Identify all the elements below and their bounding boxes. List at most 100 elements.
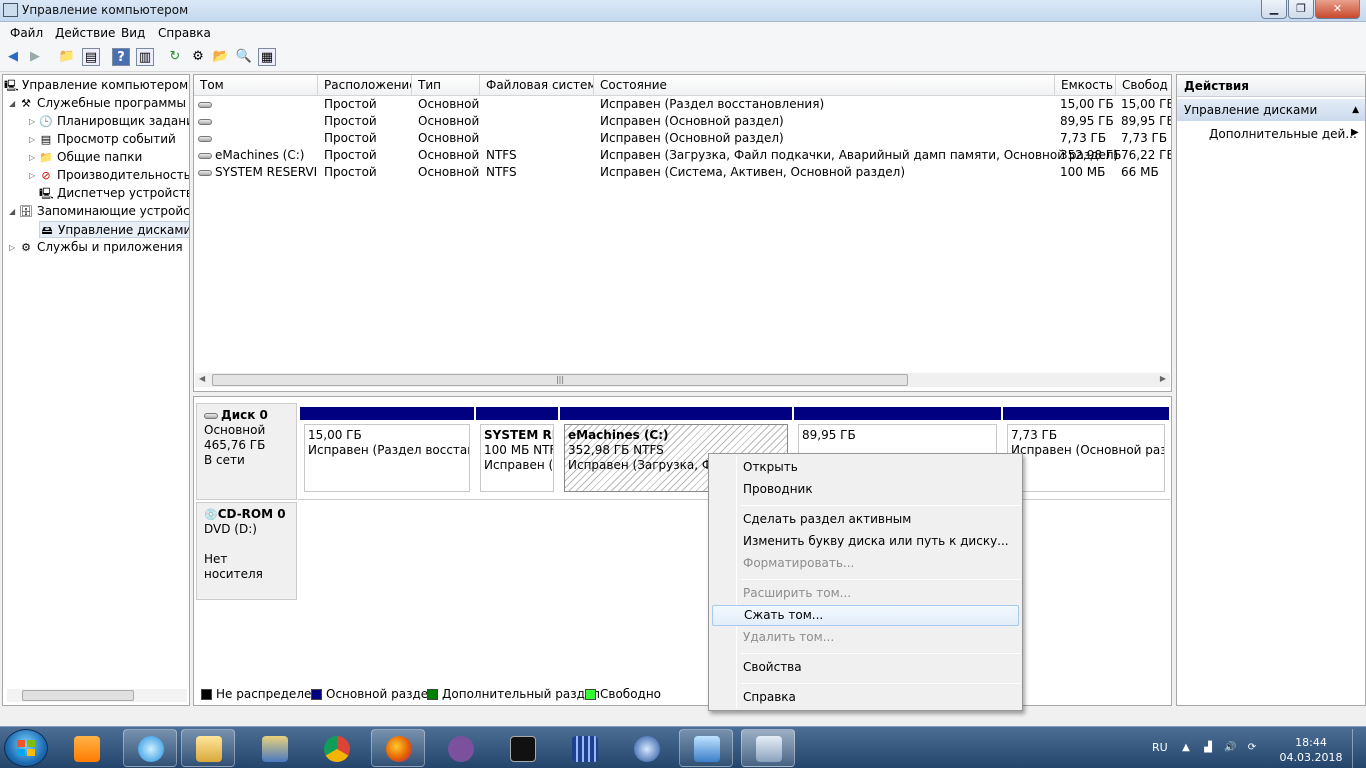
collapsed-arrow-icon[interactable]: ▷ bbox=[9, 239, 19, 256]
menu-item-help[interactable]: Справка bbox=[712, 687, 1019, 708]
tree-item-shared[interactable]: ▷ 📁 Общие папки bbox=[29, 149, 142, 166]
minimize-button[interactable]: ▁ bbox=[1261, 0, 1287, 19]
tree-item-disk-management[interactable]: 🖴 Управление дисками bbox=[39, 221, 189, 238]
action-pane-icon[interactable]: ▥ bbox=[136, 48, 154, 66]
refresh-icon[interactable]: ↻ bbox=[166, 48, 184, 66]
tree-item-root[interactable]: 🖳 Управление компьютером (л bbox=[4, 77, 189, 94]
partition-system-reserved[interactable]: SYSTEM RES100 МБ NTFSИсправен (С bbox=[476, 407, 558, 496]
thunderbird-icon bbox=[634, 736, 660, 762]
column-header-layout[interactable]: Расположение bbox=[318, 75, 412, 96]
menu-item-shrink[interactable]: Сжать том... bbox=[712, 605, 1019, 626]
menu-item-delete[interactable]: Удалить том... bbox=[712, 627, 1019, 648]
taskbar-internet-explorer[interactable] bbox=[123, 729, 177, 767]
tree-item-devices[interactable]: 🖳 Диспетчер устройств bbox=[39, 185, 189, 202]
firefox-icon bbox=[386, 736, 412, 762]
tree-item-storage[interactable]: ◢ 🗄 Запоминающие устройст bbox=[9, 203, 189, 220]
show-hidden-icons-icon[interactable]: ▲ bbox=[1180, 742, 1192, 754]
menu-item-explore[interactable]: Проводник bbox=[712, 479, 1019, 500]
tree-item-events[interactable]: ▷ ▤ Просмотр событий bbox=[29, 131, 176, 148]
cell-free: 66 МБ bbox=[1121, 165, 1159, 179]
collapse-up-icon[interactable]: ▲ bbox=[1352, 99, 1359, 121]
taskbar-task-app[interactable] bbox=[557, 729, 611, 767]
help-icon[interactable]: ? bbox=[112, 48, 130, 66]
collapsed-arrow-icon[interactable]: ▷ bbox=[29, 131, 39, 148]
collapsed-arrow-icon[interactable]: ▷ bbox=[29, 149, 39, 166]
tree-item-utilities[interactable]: ◢ ⚒ Служебные программы bbox=[9, 95, 186, 112]
cell-type: Основной bbox=[418, 131, 480, 145]
taskbar-firefox[interactable] bbox=[371, 729, 425, 767]
cell-layout: Простой bbox=[324, 165, 377, 179]
partition-recovery[interactable]: 15,00 ГБИсправен (Раздел восстановл bbox=[300, 407, 474, 496]
taskbar-thunderbird[interactable] bbox=[619, 729, 673, 767]
actions-section-disk-management[interactable]: Управление дисками ▲ bbox=[1177, 99, 1365, 121]
menu-action[interactable]: Действие bbox=[55, 26, 115, 40]
column-header-type[interactable]: Тип bbox=[412, 75, 480, 96]
clock[interactable]: 18:44 04.03.2018 bbox=[1278, 735, 1344, 765]
menu-item-format[interactable]: Форматировать... bbox=[712, 553, 1019, 574]
scroll-right-arrow-icon[interactable]: ▶ bbox=[1160, 374, 1166, 383]
expanded-arrow-icon[interactable]: ◢ bbox=[9, 203, 19, 220]
more-actions-item[interactable]: Дополнительные дей... ▶ bbox=[1209, 127, 1359, 141]
taskbar-viber[interactable] bbox=[433, 729, 487, 767]
show-hide-tree-icon[interactable]: ▤ bbox=[82, 48, 100, 66]
taskbar-control-panel[interactable] bbox=[679, 729, 733, 767]
network-signal-icon[interactable]: ▟ bbox=[1202, 742, 1214, 754]
tree-item-performance[interactable]: ▷ ⊘ Производительность bbox=[29, 167, 189, 184]
menu-item-mark-active[interactable]: Сделать раздел активным bbox=[712, 509, 1019, 530]
open-folder-icon[interactable]: 📂 bbox=[212, 48, 230, 66]
column-header-volume[interactable]: Том bbox=[194, 75, 318, 96]
properties-icon[interactable]: ⚙ bbox=[189, 48, 207, 66]
table-row[interactable]: SYSTEM RESERVED bbox=[198, 164, 316, 181]
taskbar-chrome[interactable] bbox=[309, 729, 363, 767]
close-button[interactable]: ✕ bbox=[1315, 0, 1360, 19]
column-header-filesystem[interactable]: Файловая система bbox=[480, 75, 594, 96]
column-header-status[interactable]: Состояние bbox=[594, 75, 1055, 96]
scrollbar-thumb[interactable]: ||| bbox=[212, 374, 908, 386]
back-arrow-icon[interactable]: ◀ bbox=[4, 48, 22, 66]
disk-0-label[interactable]: Диск 0 Основной 465,76 ГБ В сети bbox=[196, 403, 297, 500]
up-folder-icon[interactable]: 📁 bbox=[58, 48, 76, 66]
table-row[interactable] bbox=[198, 130, 316, 147]
tree-item-services[interactable]: ▷ ⚙ Службы и приложения bbox=[9, 239, 183, 256]
menu-view[interactable]: Вид bbox=[121, 26, 145, 40]
menu-item-extend[interactable]: Расширить том... bbox=[712, 583, 1019, 604]
tools-icon: ⚒ bbox=[21, 97, 31, 110]
partition-primary-7[interactable]: 7,73 ГБИсправен (Основной разде bbox=[1003, 407, 1169, 496]
taskbar-computer-management[interactable] bbox=[741, 729, 795, 767]
menu-item-open[interactable]: Открыть bbox=[712, 457, 1019, 478]
column-header-free[interactable]: Свобод bbox=[1116, 75, 1171, 96]
maximize-button[interactable]: ❐ bbox=[1288, 0, 1314, 19]
sync-icon[interactable]: ⟳ bbox=[1246, 742, 1258, 754]
collapsed-arrow-icon[interactable]: ▷ bbox=[29, 113, 39, 130]
tree-item-scheduler[interactable]: ▷ 🕒 Планировщик заданий bbox=[29, 113, 189, 130]
taskbar-media-player[interactable] bbox=[59, 729, 111, 767]
language-indicator[interactable]: RU bbox=[1152, 741, 1168, 754]
table-row[interactable]: eMachines (C:) bbox=[198, 147, 316, 164]
search-disk-icon[interactable]: 🔍 bbox=[235, 48, 253, 66]
view-disk-icon[interactable]: ▦ bbox=[258, 48, 276, 66]
tools-app-icon bbox=[262, 736, 288, 762]
forward-arrow-icon[interactable]: ▶ bbox=[26, 48, 44, 66]
menu-item-change-letter[interactable]: Изменить букву диска или путь к диску... bbox=[712, 531, 1019, 552]
scroll-left-arrow-icon[interactable]: ◀ bbox=[199, 374, 205, 383]
cell-layout: Простой bbox=[324, 114, 377, 128]
expanded-arrow-icon[interactable]: ◢ bbox=[9, 95, 19, 112]
tree-horizontal-scrollbar[interactable] bbox=[7, 689, 187, 702]
cdrom-0-label[interactable]: 💿CD-ROM 0 DVD (D:) Нет носителя bbox=[196, 502, 297, 600]
volume-list-horizontal-scrollbar[interactable]: ◀ ||| ▶ bbox=[195, 373, 1170, 387]
volume-icon[interactable]: 🔊 bbox=[1224, 742, 1236, 754]
menu-help[interactable]: Справка bbox=[158, 26, 211, 40]
show-desktop-button[interactable] bbox=[1352, 729, 1366, 768]
column-header-capacity[interactable]: Емкость bbox=[1055, 75, 1116, 96]
table-row[interactable] bbox=[198, 96, 316, 113]
menu-file[interactable]: Файл bbox=[10, 26, 43, 40]
taskbar-explorer[interactable] bbox=[181, 729, 235, 767]
cell-type: Основной bbox=[418, 97, 480, 111]
scrollbar-thumb[interactable] bbox=[22, 690, 134, 701]
taskbar-cmd[interactable] bbox=[495, 729, 549, 767]
table-row[interactable] bbox=[198, 113, 316, 130]
start-button[interactable] bbox=[4, 729, 48, 767]
menu-item-properties[interactable]: Свойства bbox=[712, 657, 1019, 678]
taskbar-tools[interactable] bbox=[247, 729, 301, 767]
collapsed-arrow-icon[interactable]: ▷ bbox=[29, 167, 39, 184]
